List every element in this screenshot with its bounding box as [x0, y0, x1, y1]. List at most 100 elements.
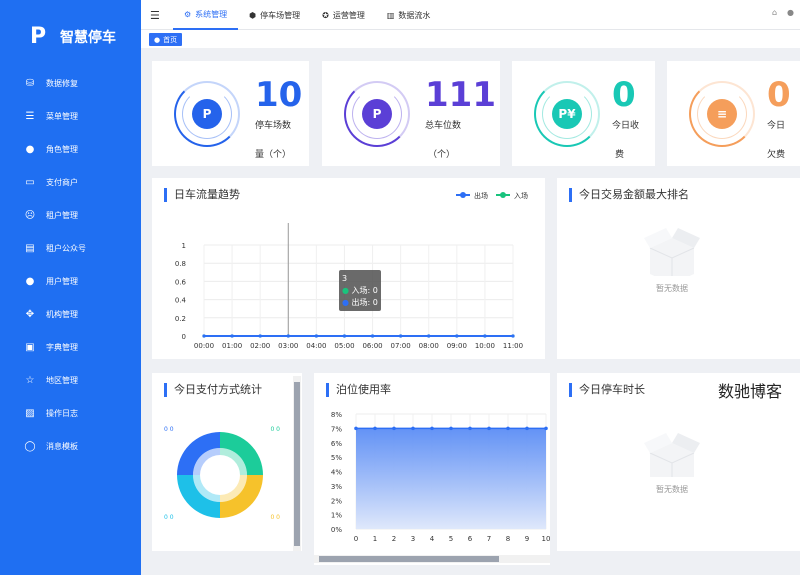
y-tick-label: 7% [331, 425, 342, 433]
sidebar-item-11[interactable]: ◯ 消息模板 [0, 430, 141, 463]
x-tick-label: 5 [449, 535, 453, 543]
legend-label: 出场 [474, 191, 488, 200]
data-point[interactable] [342, 334, 347, 338]
user-icon: ● [25, 276, 35, 287]
data-point[interactable] [258, 334, 262, 338]
payment-panel: 今日支付方式统计 0 00 00 00 0 [152, 373, 302, 551]
sidebar-item-4[interactable]: ☹ 租户管理 [0, 199, 141, 232]
data-point[interactable] [468, 426, 472, 431]
stat-label-2: 欠费 [767, 150, 786, 160]
stat-label-1: 总车位数 [425, 121, 462, 131]
stat-icon: P¥ [552, 99, 582, 129]
donut-label: 0 0 [164, 426, 174, 433]
y-tick-label: 0.6 [175, 278, 187, 286]
sidebar-item-8[interactable]: ▣ 字典管理 [0, 331, 141, 364]
data-point[interactable] [511, 334, 515, 338]
tooltip-in: 入场: 0 [351, 286, 378, 295]
donut-label: 0 0 [270, 514, 280, 521]
breadcrumb-home[interactable]: ● 首页 [149, 33, 183, 46]
data-point[interactable] [487, 426, 491, 431]
horizontal-scrollbar[interactable] [314, 555, 550, 563]
menu-toggle-icon[interactable]: ☰ [150, 9, 160, 22]
tab-1[interactable]: ⬢ 停车场管理 [238, 0, 311, 30]
x-tick-label: 4 [430, 535, 435, 543]
data-point[interactable] [449, 426, 453, 431]
scrollbar-thumb[interactable] [319, 556, 499, 562]
y-tick-label: 3% [331, 483, 342, 491]
sidebar-item-9[interactable]: ☆ 地区管理 [0, 364, 141, 397]
tab-2[interactable]: ✪ 运营管理 [311, 0, 376, 30]
stat-card-3: ≡ 0 今日欠费 [667, 61, 800, 166]
sidebar-item-label: 用户管理 [46, 277, 78, 286]
y-tick-label: 2% [331, 497, 342, 505]
tooltip-out: 出场: 0 [351, 298, 378, 307]
legend-marker [500, 192, 506, 198]
data-point[interactable] [455, 334, 459, 338]
logo[interactable]: P 智慧停车 [30, 24, 116, 49]
x-tick-label: 1 [373, 535, 377, 543]
tab-3[interactable]: ▥ 数据流水 [376, 0, 442, 30]
data-point[interactable] [399, 334, 403, 338]
sidebar-item-label: 操作日志 [46, 409, 78, 418]
stat-value: 0 [767, 75, 791, 115]
data-point[interactable] [202, 334, 206, 338]
x-tick-label: 09:00 [447, 342, 467, 350]
data-point[interactable] [427, 334, 431, 338]
duration-empty-text: 暂无数据 [656, 485, 688, 494]
home-icon[interactable]: ⌂ [772, 8, 777, 17]
data-point[interactable] [544, 426, 548, 431]
ranking-title: 今日交易金额最大排名 [569, 188, 689, 202]
sidebar-item-7[interactable]: ✥ 机构管理 [0, 298, 141, 331]
data-point[interactable] [370, 334, 375, 338]
y-tick-label: 8% [331, 411, 342, 419]
scrollbar-thumb[interactable] [294, 382, 300, 546]
payment-scrollbar[interactable] [293, 376, 301, 551]
stat-label-2: （个） [428, 150, 456, 160]
x-tick-label: 08:00 [419, 342, 439, 350]
chart-tooltip: 3 ● 入场: 0 ● 出场: 0 [339, 270, 381, 311]
stat-card-2: P¥ 0 今日收费 [512, 61, 655, 166]
duration-empty: 暂无数据 [642, 425, 702, 495]
sidebar-item-6[interactable]: ● 用户管理 [0, 265, 141, 298]
sidebar-item-1[interactable]: ☰ 菜单管理 [0, 100, 141, 133]
legend-label: 入场 [514, 191, 528, 200]
y-tick-label: 1 [182, 242, 186, 250]
x-tick-label: 3 [411, 535, 415, 543]
data-point[interactable] [411, 426, 415, 431]
traffic-chart: 出场 入场 0 0.2 0.4 0.6 0.8 1 00:00 01:00 02:00 03:00 04… [175, 191, 528, 350]
y-tick-label: 4% [331, 469, 342, 477]
sidebar-item-label: 支付商户 [46, 178, 78, 187]
payment-donut-chart: 0 0 0 0 0 0 0 0 [164, 426, 280, 521]
top-header: ☰ ⚙ 系统管理 ⬢ 停车场管理 ✪ 运营管理 ▥ 数据流水 ⌂ ● [141, 0, 800, 30]
tab-0[interactable]: ⚙ 系统管理 [173, 0, 239, 30]
data-point[interactable] [373, 426, 377, 431]
stat-icon: ≡ [707, 99, 737, 129]
data-point[interactable] [314, 334, 318, 338]
data-point[interactable] [392, 426, 396, 431]
stat-card-1: P 111 总车位数 （个） [322, 61, 500, 166]
data-point[interactable] [483, 334, 487, 338]
sidebar-item-10[interactable]: ▨ 操作日志 [0, 397, 141, 430]
data-point[interactable] [286, 334, 290, 338]
org-icon: ✥ [25, 309, 35, 320]
x-tick-label: 6 [468, 535, 473, 543]
data-point[interactable] [354, 426, 358, 431]
sidebar-item-5[interactable]: ▤ 租户公众号 [0, 232, 141, 265]
data-point[interactable] [430, 426, 434, 431]
x-tick-label: 04:00 [306, 342, 326, 350]
data-point[interactable] [525, 426, 529, 431]
y-tick-label: 0.8 [175, 260, 186, 268]
data-point[interactable] [230, 334, 234, 338]
y-tick-label: 6% [331, 440, 342, 448]
empty-box-icon [644, 433, 700, 493]
stat-icon: P [192, 99, 222, 129]
ranking-empty-text: 暂无数据 [656, 284, 688, 293]
y-tick-label: 0 [182, 333, 186, 341]
sidebar-item-0[interactable]: ⛁ 数据修复 [0, 67, 141, 100]
stat-label-1: 今日 [767, 121, 786, 131]
data-point[interactable] [506, 426, 510, 431]
user-menu-icon[interactable]: ● [787, 8, 794, 17]
parking-icon: ⬢ [249, 10, 257, 20]
sidebar-item-3[interactable]: ▭ 支付商户 [0, 166, 141, 199]
sidebar-item-2[interactable]: ● 角色管理 [0, 133, 141, 166]
